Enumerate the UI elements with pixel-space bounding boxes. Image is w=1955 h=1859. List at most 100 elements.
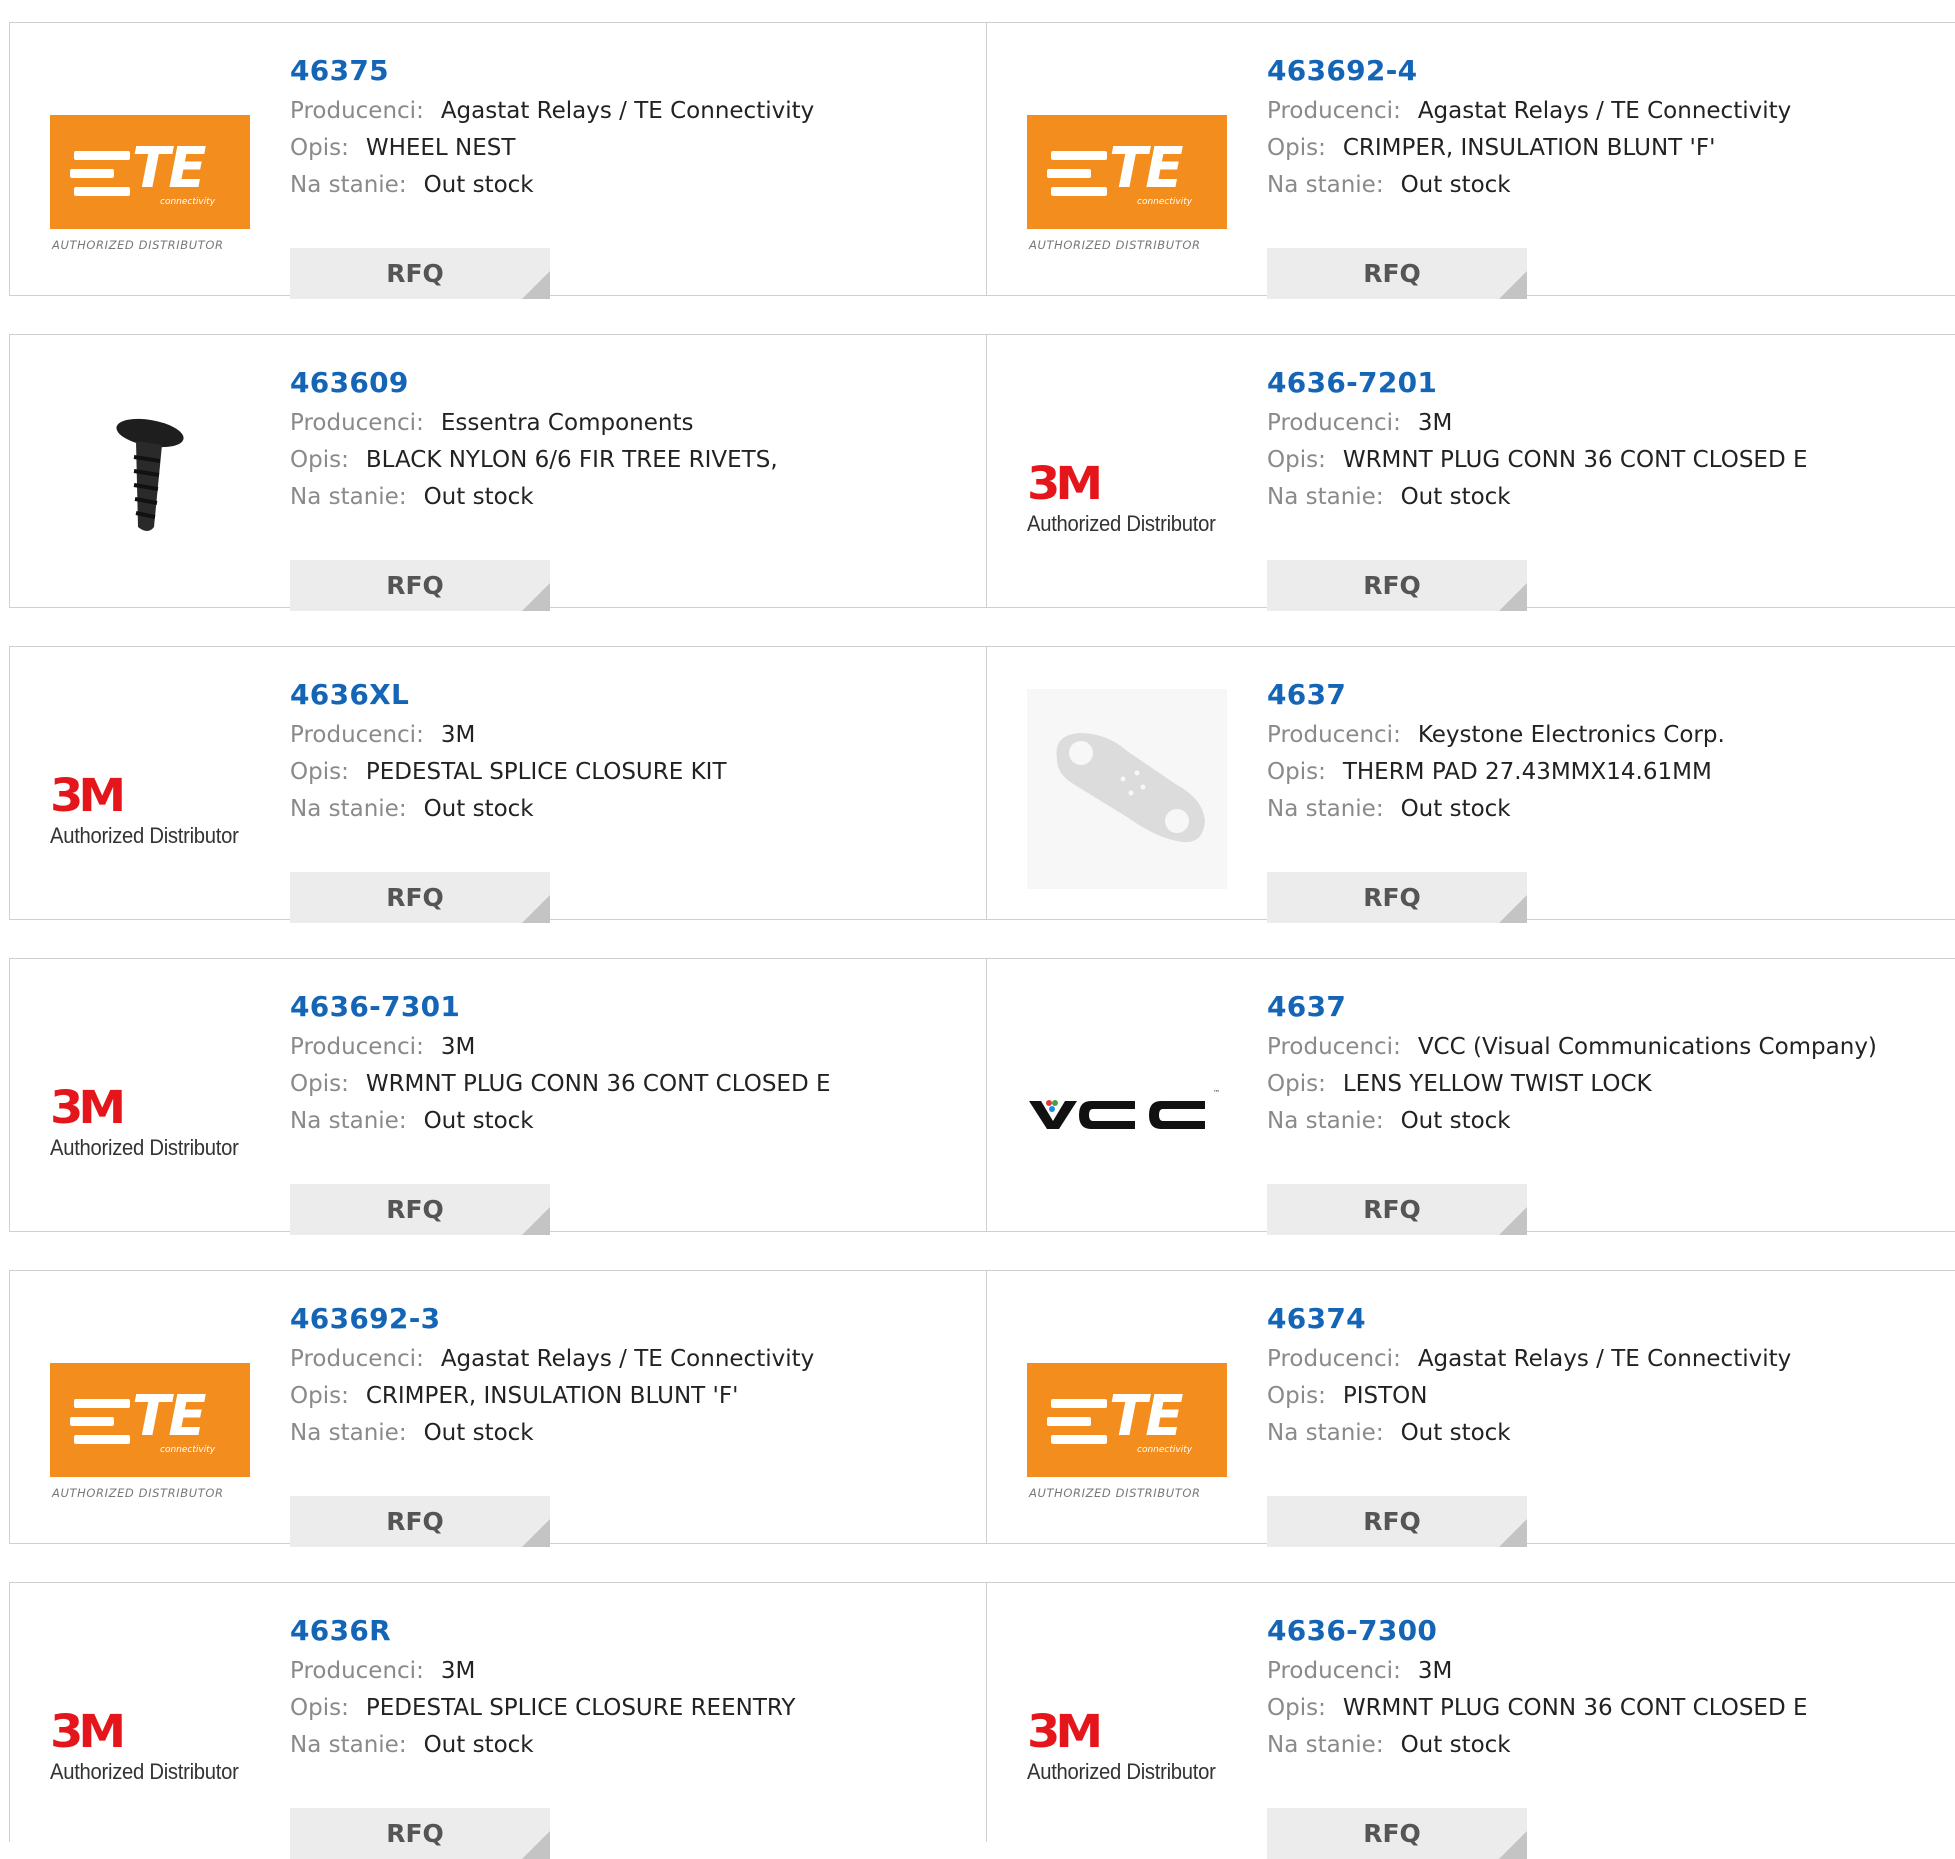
3m-logo[interactable]: 3M Authorized Distributor: [1027, 387, 1227, 557]
manufacturer-row: Producenci: 3M: [1267, 405, 1955, 442]
product-card: ™ 4637 Producenci: VCC (Visual Communicat…: [986, 958, 1955, 1235]
description-label: Opis:: [1267, 135, 1326, 161]
te-letters: TE: [132, 1384, 206, 1449]
description-label: Opis:: [1267, 447, 1326, 473]
stock-value: Out stock: [1400, 172, 1511, 198]
description-value: WHEEL NEST: [365, 135, 516, 161]
rfq-label: RFQ: [1363, 259, 1421, 288]
3m-logo[interactable]: 3M Authorized Distributor: [50, 699, 250, 869]
stock-row: Na stanie: Out stock: [1267, 1103, 1955, 1140]
stock-label: Na stanie:: [290, 1420, 407, 1446]
rfq-button[interactable]: RFQ: [1267, 872, 1527, 923]
rfq-label: RFQ: [386, 571, 444, 600]
vcc-logo[interactable]: ™: [1027, 1011, 1227, 1181]
manufacturer-row: Producenci: Keystone Electronics Corp.: [1267, 717, 1955, 754]
authorized-distributor-text: Authorized Distributor: [1027, 511, 1216, 536]
te-logo[interactable]: TE connectivity AUTHORIZED DISTRIBUTOR: [1027, 75, 1227, 252]
rfq-button[interactable]: RFQ: [1267, 560, 1527, 611]
description-label: Opis:: [1267, 1383, 1326, 1409]
description-row: Opis: WRMNT PLUG CONN 36 CONT CLOSED E: [1267, 442, 1955, 479]
rfq-label: RFQ: [386, 259, 444, 288]
part-number-link[interactable]: 4636-7300: [1267, 1613, 1955, 1653]
rfq-button[interactable]: RFQ: [290, 560, 550, 611]
te-connectivity-logo: TE connectivity: [1027, 1363, 1227, 1477]
description-value: WRMNT PLUG CONN 36 CONT CLOSED E: [1342, 1695, 1808, 1721]
description-label: Opis:: [290, 1071, 349, 1097]
3m-logo-mark: 3M: [50, 1081, 126, 1135]
part-number-link[interactable]: 4636R: [290, 1613, 977, 1653]
manufacturer-value: Essentra Components: [440, 410, 694, 436]
description-label: Opis:: [290, 759, 349, 785]
part-number-link[interactable]: 4636XL: [290, 677, 977, 717]
description-row: Opis: LENS YELLOW TWIST LOCK: [1267, 1066, 1955, 1103]
manufacturer-row: Producenci: Agastat Relays / TE Connectiv…: [290, 1341, 977, 1378]
manufacturer-value: VCC (Visual Communications Company): [1417, 1034, 1877, 1060]
rfq-button[interactable]: RFQ: [1267, 1808, 1527, 1859]
te-logo[interactable]: TE connectivity AUTHORIZED DISTRIBUTOR: [50, 1323, 250, 1500]
manufacturer-value: Keystone Electronics Corp.: [1417, 722, 1725, 748]
part-number-link[interactable]: 463609: [290, 365, 977, 405]
product-card: 4637 Producenci: Keystone Electronics Cor…: [986, 646, 1955, 923]
part-number-link[interactable]: 4637: [1267, 677, 1955, 717]
manufacturer-row: Producenci: Agastat Relays / TE Connectiv…: [290, 93, 977, 130]
description-label: Opis:: [290, 135, 349, 161]
part-number-link[interactable]: 463692-3: [290, 1301, 977, 1341]
stock-value: Out stock: [1400, 1108, 1511, 1134]
stock-label: Na stanie:: [290, 484, 407, 510]
manufacturer-row: Producenci: 3M: [290, 1029, 977, 1066]
description-row: Opis: CRIMPER, INSULATION BLUNT 'F': [1267, 130, 1955, 167]
rfq-button[interactable]: RFQ: [1267, 1184, 1527, 1235]
authorized-distributor-text: AUTHORIZED DISTRIBUTOR: [1029, 238, 1201, 252]
3m-logo[interactable]: 3M Authorized Distributor: [1027, 1635, 1227, 1805]
stock-row: Na stanie: Out stock: [1267, 479, 1955, 516]
description-row: Opis: THERM PAD 27.43MMX14.61MM: [1267, 754, 1955, 791]
description-value: PISTON: [1342, 1383, 1428, 1409]
stock-value: Out stock: [423, 1108, 534, 1134]
rfq-button[interactable]: RFQ: [1267, 248, 1527, 299]
description-row: Opis: PISTON: [1267, 1378, 1955, 1415]
corner-fold-icon: [522, 271, 550, 299]
manufacturer-row: Producenci: 3M: [290, 1653, 977, 1690]
authorized-distributor-text: Authorized Distributor: [1027, 1759, 1216, 1784]
3m-logo[interactable]: 3M Authorized Distributor: [50, 1011, 250, 1181]
part-number-link[interactable]: 4636-7201: [1267, 365, 1955, 405]
authorized-distributor-text: Authorized Distributor: [50, 1135, 239, 1160]
description-label: Opis:: [290, 1383, 349, 1409]
thermal-pad-image[interactable]: [1027, 689, 1227, 889]
description-row: Opis: BLACK NYLON 6/6 FIR TREE RIVETS,: [290, 442, 977, 479]
description-value: PEDESTAL SPLICE CLOSURE REENTRY: [365, 1695, 796, 1721]
te-logo[interactable]: TE connectivity AUTHORIZED DISTRIBUTOR: [50, 75, 250, 252]
part-number-link[interactable]: 463692-4: [1267, 53, 1955, 93]
part-number-link[interactable]: 46374: [1267, 1301, 1955, 1341]
rfq-button[interactable]: RFQ: [290, 1184, 550, 1235]
rfq-button[interactable]: RFQ: [1267, 1496, 1527, 1547]
rfq-button[interactable]: RFQ: [290, 1808, 550, 1859]
te-connectivity-logo: TE connectivity: [1027, 115, 1227, 229]
part-number-link[interactable]: 4637: [1267, 989, 1955, 1029]
part-number-link[interactable]: 4636-7301: [290, 989, 977, 1029]
rfq-label: RFQ: [386, 1195, 444, 1224]
te-connectivity-logo: TE connectivity: [50, 1363, 250, 1477]
product-card: 3M Authorized Distributor 4636XL Produce…: [9, 646, 988, 923]
stock-label: Na stanie:: [1267, 484, 1384, 510]
description-value: WRMNT PLUG CONN 36 CONT CLOSED E: [365, 1071, 831, 1097]
rfq-button[interactable]: RFQ: [290, 872, 550, 923]
rivet-image[interactable]: [50, 387, 250, 557]
te-connectivity-logo: TE connectivity: [50, 115, 250, 229]
description-row: Opis: WHEEL NEST: [290, 130, 977, 167]
authorized-distributor-text: AUTHORIZED DISTRIBUTOR: [52, 1486, 224, 1500]
3m-logo[interactable]: 3M Authorized Distributor: [50, 1635, 250, 1805]
rfq-label: RFQ: [1363, 1819, 1421, 1848]
product-grid: TE connectivity AUTHORIZED DISTRIBUTOR 4…: [0, 0, 1955, 1859]
manufacturer-value: Agastat Relays / TE Connectivity: [440, 98, 815, 124]
te-logo[interactable]: TE connectivity AUTHORIZED DISTRIBUTOR: [1027, 1323, 1227, 1500]
te-letters: TE: [1109, 136, 1183, 201]
rfq-button[interactable]: RFQ: [290, 1496, 550, 1547]
stock-value: Out stock: [423, 484, 534, 510]
manufacturer-label: Producenci:: [1267, 722, 1401, 748]
manufacturer-value: Agastat Relays / TE Connectivity: [1417, 98, 1792, 124]
description-value: LENS YELLOW TWIST LOCK: [1342, 1071, 1652, 1097]
rfq-button[interactable]: RFQ: [290, 248, 550, 299]
te-sub: connectivity: [160, 1445, 216, 1455]
part-number-link[interactable]: 46375: [290, 53, 977, 93]
